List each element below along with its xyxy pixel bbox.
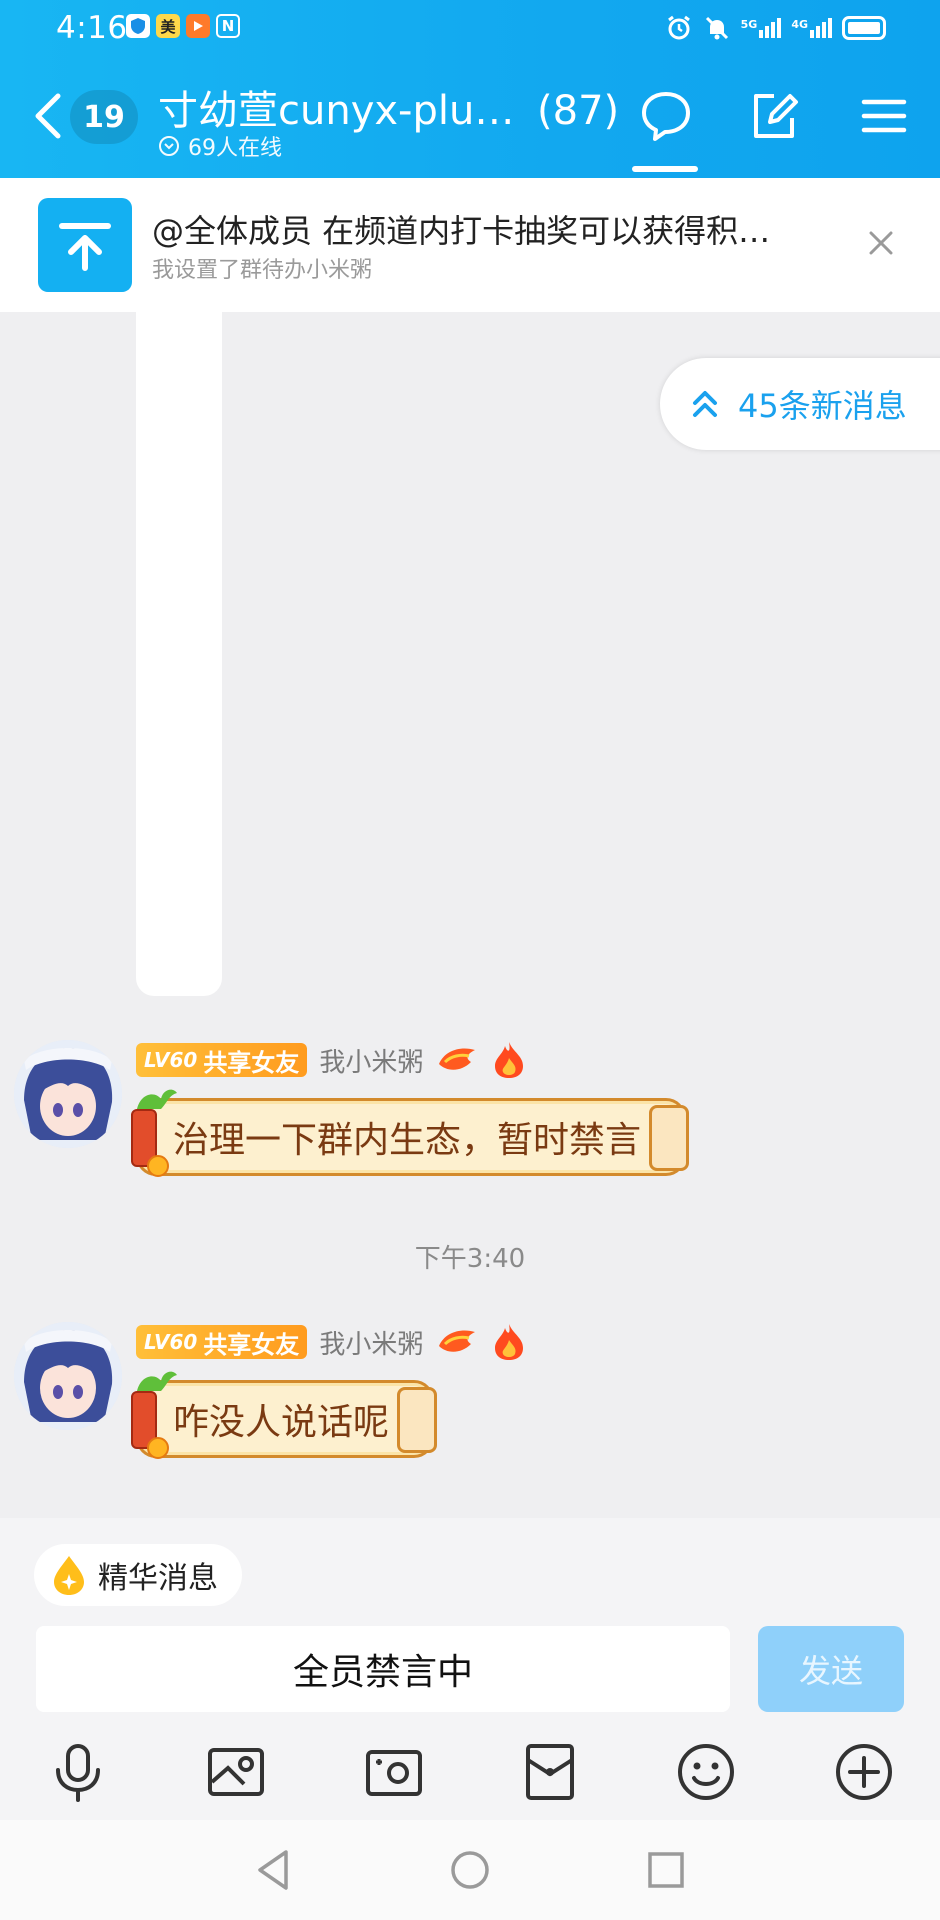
battery-icon <box>842 16 886 40</box>
mute-icon <box>705 16 728 40</box>
leaf-ornament-icon <box>137 1089 177 1109</box>
message-meta: LV60 共享女友 我小米粥 <box>136 1040 527 1080</box>
pinned-announcement[interactable]: @全体成员 在频道内打卡抽奖可以获得积… 我设置了群待办小米粥 <box>0 178 940 312</box>
sender-name[interactable]: 我小米粥 <box>319 1324 423 1361</box>
send-button[interactable]: 发送 <box>758 1626 904 1712</box>
unread-count-badge[interactable]: 19 <box>70 90 138 144</box>
red-packet-icon[interactable] <box>518 1740 582 1804</box>
menu-icon[interactable] <box>856 88 912 144</box>
back-triangle-icon[interactable] <box>250 1846 298 1894</box>
camera-icon[interactable] <box>362 1740 426 1804</box>
send-label: 发送 <box>798 1652 863 1690</box>
message-input[interactable]: 全员禁言中 <box>36 1626 730 1712</box>
member-count: (87) <box>537 88 620 134</box>
chevron-circle-icon <box>159 136 179 156</box>
image-icon[interactable] <box>204 1740 268 1804</box>
fire-icon <box>495 1324 524 1360</box>
online-count: 69人在线 <box>188 136 282 161</box>
dragon-badge-icon <box>439 1330 476 1352</box>
chat-bubble-icon[interactable] <box>638 88 694 144</box>
pinned-title: @全体成员 在频道内打卡抽奖可以获得积… <box>152 212 771 250</box>
active-tab-indicator <box>632 166 698 172</box>
group-name: 寸幼萱cunyx-plu… <box>158 88 515 134</box>
essence-label: 精华消息 <box>98 1561 218 1596</box>
dragon-badge-icon <box>439 1048 476 1070</box>
pinned-subtitle: 我设置了群待办小米粥 <box>152 258 373 283</box>
message-text: 治理一下群内生态，暂时禁言 <box>173 1120 642 1161</box>
status-time: 4:16 <box>56 10 128 46</box>
scroll-ornament-right <box>397 1387 438 1453</box>
message-meta: LV60 共享女友 我小米粥 <box>136 1322 527 1362</box>
microphone-icon[interactable] <box>46 1740 110 1804</box>
home-circle-icon[interactable] <box>446 1846 494 1894</box>
message-bubble[interactable]: 治理一下群内生态，暂时禁言 <box>131 1089 690 1177</box>
back-chevron-icon[interactable] <box>28 88 68 144</box>
emoji-icon[interactable] <box>674 1740 738 1804</box>
online-status[interactable]: 69人在线 <box>158 130 282 162</box>
signal-4g-icon: 4G <box>791 18 832 38</box>
input-status-text: 全员禁言中 <box>292 1652 473 1693</box>
level-text: LV60 <box>144 1330 198 1354</box>
pin-top-icon <box>38 198 132 292</box>
plus-icon[interactable] <box>832 1740 896 1804</box>
group-title[interactable]: 寸幼萱cunyx-plu… (87) <box>158 78 619 136</box>
coin-ornament <box>147 1437 169 1459</box>
recents-square-icon[interactable] <box>642 1846 690 1894</box>
edit-note-icon[interactable] <box>746 88 802 144</box>
new-messages-label: 45条新消息 <box>738 387 907 425</box>
level-badge[interactable]: LV60 共享女友 <box>136 1325 308 1359</box>
message-text: 咋没人说话呢 <box>173 1402 390 1443</box>
scroll-ornament-right <box>649 1105 690 1171</box>
member-title: 共享女友 <box>203 1048 300 1077</box>
message-timestamp: 下午3:40 <box>414 1244 526 1274</box>
member-title: 共享女友 <box>203 1330 300 1359</box>
shield-icon <box>126 14 150 38</box>
play-icon <box>186 14 210 38</box>
system-nav-bar <box>0 1820 940 1920</box>
message-bubble[interactable]: 咋没人说话呢 <box>131 1371 438 1459</box>
status-bar: 4:16 美 N 5G 4G <box>0 0 940 56</box>
composer-toolbar <box>0 1740 940 1810</box>
sender-name[interactable]: 我小米粥 <box>319 1042 423 1079</box>
coin-ornament <box>147 1155 169 1177</box>
essence-drop-icon <box>54 1556 84 1595</box>
status-app-icons: 美 N <box>126 14 240 38</box>
alarm-icon <box>667 15 690 40</box>
nfc-icon: N <box>216 14 240 38</box>
close-icon[interactable] <box>866 228 896 258</box>
essence-messages-button[interactable]: 精华消息 <box>34 1544 242 1606</box>
previous-message-bubble <box>136 312 222 996</box>
chat-header: 4:16 美 N 5G 4G 19 寸幼萱cunyx-plu… (87) 69人… <box>0 0 940 178</box>
status-right-icons: 5G 4G <box>665 14 886 42</box>
level-text: LV60 <box>144 1048 198 1072</box>
level-badge[interactable]: LV60 共享女友 <box>136 1043 308 1077</box>
avatar[interactable] <box>14 1322 122 1430</box>
signal-5g-icon: 5G <box>741 18 782 38</box>
new-messages-button[interactable]: 45条新消息 <box>660 358 940 450</box>
meituan-icon: 美 <box>156 14 180 38</box>
double-chevron-up-icon <box>693 391 717 417</box>
leaf-ornament-icon <box>137 1371 177 1391</box>
avatar[interactable] <box>14 1040 122 1148</box>
fire-icon <box>495 1042 524 1078</box>
